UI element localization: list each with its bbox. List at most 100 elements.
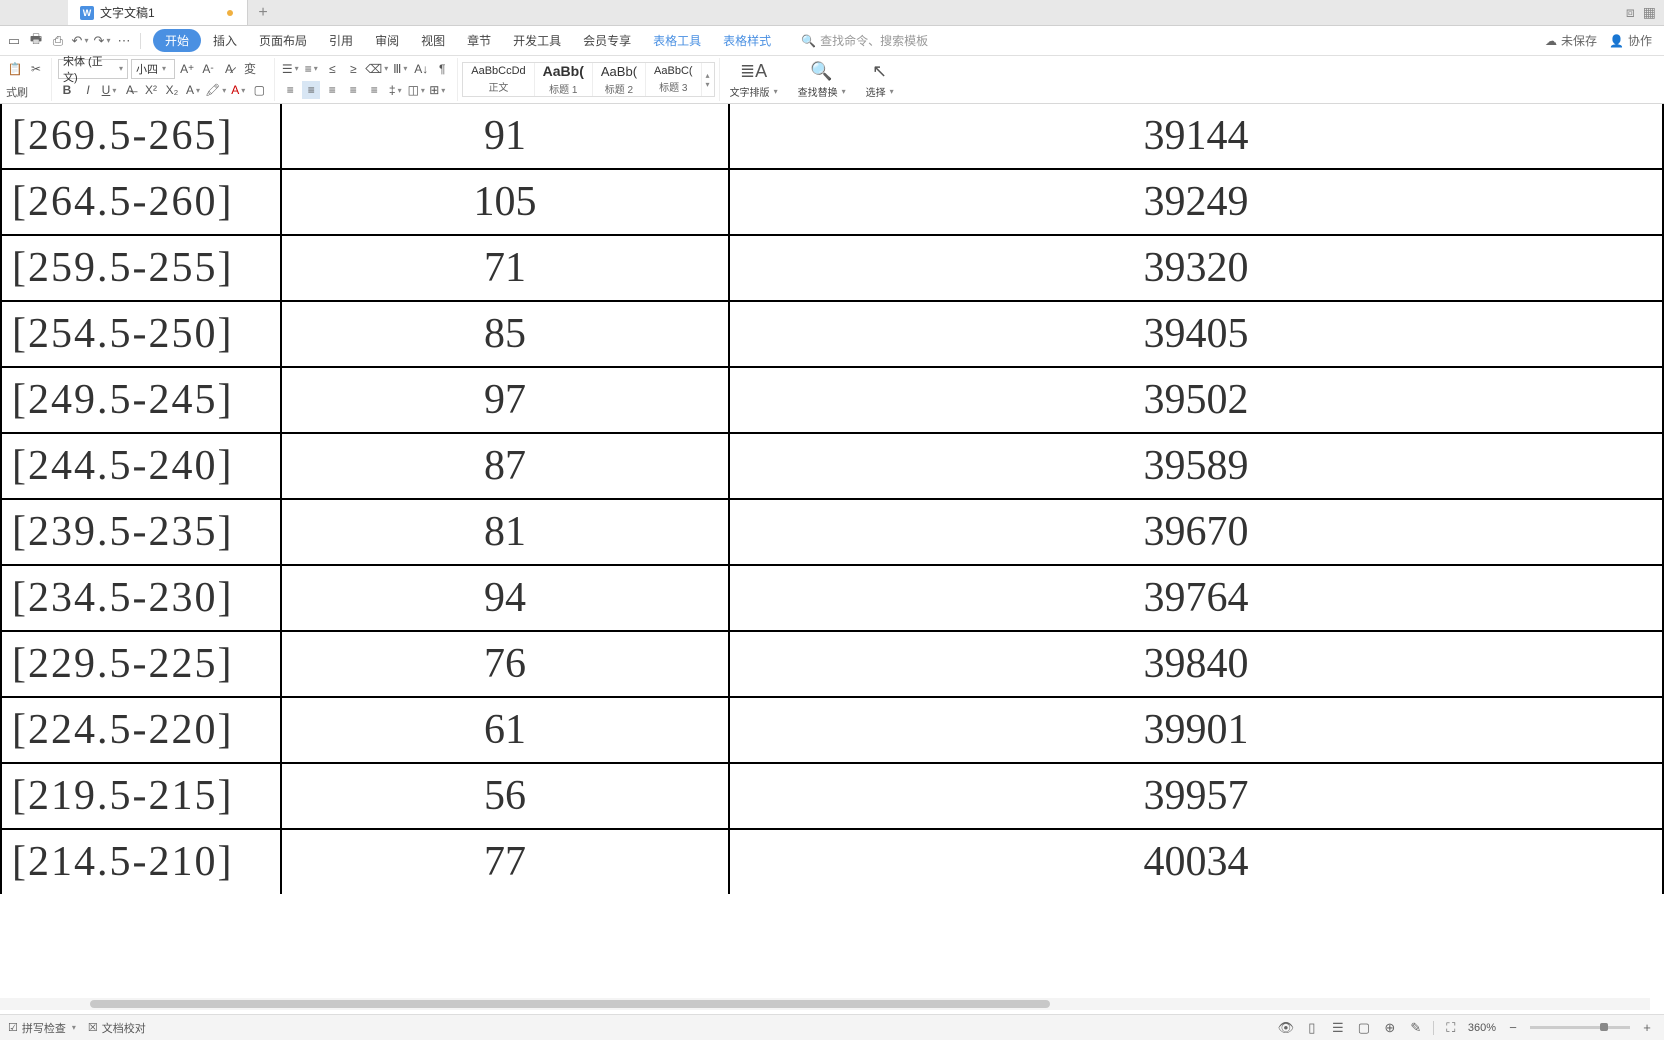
collab-button[interactable]: 👤 协作 <box>1609 32 1652 49</box>
cell-count[interactable]: 77 <box>281 829 729 894</box>
tab-member[interactable]: 会员专享 <box>573 27 641 54</box>
format-painter-label[interactable]: 式刷 <box>6 81 28 100</box>
cell-count[interactable]: 105 <box>281 169 729 235</box>
tab-tabletools[interactable]: 表格工具 <box>643 27 711 54</box>
doc-compare-toggle[interactable]: ☒文档校对 <box>88 1020 146 1036</box>
subscript-icon[interactable]: X₂ <box>163 81 181 99</box>
cell-range[interactable]: [269.5-265] <box>1 104 281 169</box>
cell-range[interactable]: [249.5-245] <box>1 367 281 433</box>
highlight-icon[interactable]: 🖍▾ <box>205 81 226 99</box>
align-left-icon[interactable]: ≡ <box>281 81 299 99</box>
tab-view[interactable]: 视图 <box>411 27 455 54</box>
unsaved-indicator[interactable]: ☁ 未保存 <box>1545 32 1597 49</box>
show-marks-icon[interactable]: ¶ <box>433 60 451 78</box>
cell-cumulative[interactable]: 39589 <box>729 433 1663 499</box>
table-row[interactable]: [254.5-250]8539405 <box>1 301 1663 367</box>
style-h1[interactable]: AaBb(标题 1 <box>535 63 593 96</box>
cell-range[interactable]: [219.5-215] <box>1 763 281 829</box>
edit-mode-icon[interactable]: ✎ <box>1407 1019 1425 1037</box>
data-table[interactable]: [269.5-265]9139144[264.5-260]10539249[25… <box>0 104 1664 894</box>
tab-review[interactable]: 审阅 <box>365 27 409 54</box>
cell-range[interactable]: [234.5-230] <box>1 565 281 631</box>
paste-icon[interactable]: 📋 <box>6 60 24 78</box>
style-h3[interactable]: AaBbC(标题 3 <box>646 63 702 96</box>
qab-more-icon[interactable]: ⋯ <box>114 31 134 51</box>
clear-format-icon[interactable]: A̷ <box>220 60 238 78</box>
zoom-slider-thumb[interactable] <box>1600 1023 1608 1031</box>
cell-count[interactable]: 56 <box>281 763 729 829</box>
cell-range[interactable]: [214.5-210] <box>1 829 281 894</box>
cell-count[interactable]: 85 <box>281 301 729 367</box>
select-button[interactable]: ↖ 选择▾ <box>856 58 904 101</box>
cell-range[interactable]: [244.5-240] <box>1 433 281 499</box>
save-icon[interactable]: ▭ <box>4 31 24 51</box>
print-preview-icon[interactable]: ⎙ <box>48 31 68 51</box>
superscript-icon[interactable]: X² <box>142 81 160 99</box>
line-spacing-icon[interactable]: ‡▾ <box>386 81 404 99</box>
cell-count[interactable]: 91 <box>281 104 729 169</box>
font-color-icon[interactable]: A▾ <box>229 81 247 99</box>
zoom-value[interactable]: 360% <box>1468 1022 1496 1034</box>
style-gallery[interactable]: AaBbCcDd正文 AaBb(标题 1 AaBb(标题 2 AaBbC(标题 … <box>462 62 714 97</box>
cell-cumulative[interactable]: 39320 <box>729 235 1663 301</box>
cell-cumulative[interactable]: 40034 <box>729 829 1663 894</box>
cell-cumulative[interactable]: 39957 <box>729 763 1663 829</box>
strike-icon[interactable]: A̶ <box>121 81 139 99</box>
cell-range[interactable]: [224.5-220] <box>1 697 281 763</box>
document-area[interactable]: [269.5-265]9139144[264.5-260]10539249[25… <box>0 104 1664 1010</box>
table-row[interactable]: [214.5-210]7740034 <box>1 829 1663 894</box>
bullet-list-icon[interactable]: ☰▾ <box>281 60 299 78</box>
tab-pagelayout[interactable]: 页面布局 <box>249 27 317 54</box>
horizontal-scrollbar[interactable] <box>0 998 1650 1010</box>
tab-section[interactable]: 章节 <box>457 27 501 54</box>
zoom-in-icon[interactable]: + <box>1638 1019 1656 1037</box>
apps-grid-icon[interactable]: ▦ <box>1643 4 1656 21</box>
window-layout-icon[interactable]: ⧈ <box>1626 4 1635 21</box>
align-right-icon[interactable]: ≡ <box>323 81 341 99</box>
table-row[interactable]: [264.5-260]10539249 <box>1 169 1663 235</box>
table-row[interactable]: [229.5-225]7639840 <box>1 631 1663 697</box>
cell-count[interactable]: 76 <box>281 631 729 697</box>
table-row[interactable]: [234.5-230]9439764 <box>1 565 1663 631</box>
new-tab-button[interactable]: + <box>248 0 278 25</box>
indent-dec-icon[interactable]: ≤ <box>323 60 341 78</box>
command-search[interactable]: 🔍 查找命令、搜索模板 <box>801 32 928 49</box>
redo-icon[interactable]: ↷▾ <box>92 31 112 51</box>
undo-icon[interactable]: ↶▾ <box>70 31 90 51</box>
table-row[interactable]: [259.5-255]7139320 <box>1 235 1663 301</box>
style-normal[interactable]: AaBbCcDd正文 <box>463 63 534 96</box>
align-justify-icon[interactable]: ≡ <box>344 81 362 99</box>
cell-range[interactable]: [254.5-250] <box>1 301 281 367</box>
border-icon[interactable]: ⊞▾ <box>428 81 446 99</box>
table-row[interactable]: [269.5-265]9139144 <box>1 104 1663 169</box>
clear-para-icon[interactable]: ⌫▾ <box>365 60 388 78</box>
cell-range[interactable]: [264.5-260] <box>1 169 281 235</box>
align-center-icon[interactable]: ≡ <box>302 81 320 99</box>
cell-cumulative[interactable]: 39249 <box>729 169 1663 235</box>
document-tab[interactable]: W 文字文稿1 <box>68 0 248 25</box>
italic-icon[interactable]: I <box>79 81 97 99</box>
eye-icon[interactable]: 👁 <box>1277 1019 1295 1037</box>
cell-range[interactable]: [239.5-235] <box>1 499 281 565</box>
spell-check-toggle[interactable]: ☑拼写检查▾ <box>8 1020 76 1036</box>
style-more-icon[interactable]: ▴▾ <box>702 63 714 96</box>
tab-reference[interactable]: 引用 <box>319 27 363 54</box>
cell-cumulative[interactable]: 39502 <box>729 367 1663 433</box>
zoom-out-icon[interactable]: − <box>1504 1019 1522 1037</box>
text-layout-button[interactable]: ≣A 文字排版▾ <box>720 58 788 101</box>
cell-range[interactable]: [229.5-225] <box>1 631 281 697</box>
table-row[interactable]: [219.5-215]5639957 <box>1 763 1663 829</box>
align-dist-icon[interactable]: ≡ <box>365 81 383 99</box>
sort-icon[interactable]: A↓ <box>412 60 430 78</box>
zoom-slider[interactable] <box>1530 1026 1630 1029</box>
style-h2[interactable]: AaBb(标题 2 <box>593 63 646 96</box>
cut-icon[interactable]: ✂ <box>27 60 45 78</box>
shrink-font-icon[interactable]: A- <box>199 60 217 78</box>
cell-count[interactable]: 71 <box>281 235 729 301</box>
cell-count[interactable]: 81 <box>281 499 729 565</box>
table-row[interactable]: [249.5-245]9739502 <box>1 367 1663 433</box>
print-icon[interactable]: 🖶 <box>26 31 46 51</box>
cell-count[interactable]: 87 <box>281 433 729 499</box>
indent-inc-icon[interactable]: ≥ <box>344 60 362 78</box>
cell-cumulative[interactable]: 39670 <box>729 499 1663 565</box>
